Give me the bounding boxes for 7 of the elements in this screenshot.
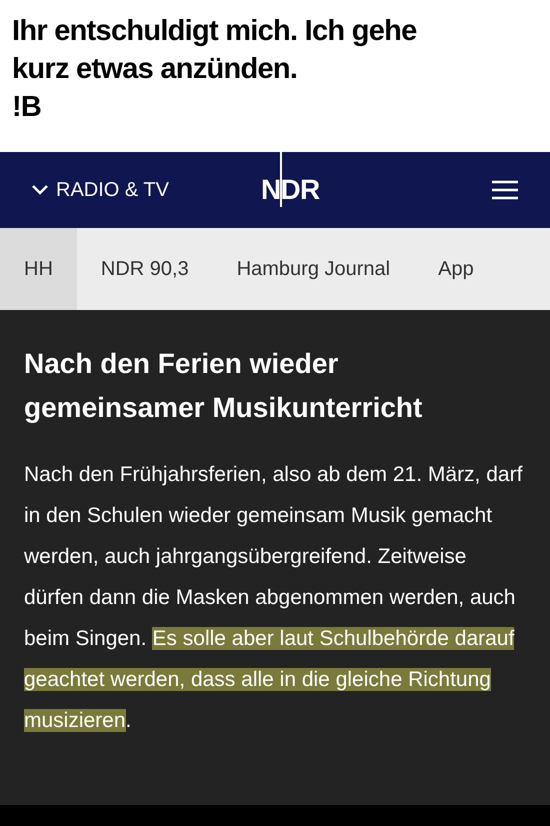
article-paragraph: Nach den Frühjahrsferien, also ab dem 21. März, darf in den Schulen wieder gemeinsam Musik gemacht werden, auch jahrgangsübergreifend. Zeitweise dürfen dann die Masken abgenommen werden, auch beim Singen. Es solle aber laut Schulbehörde darauf geachtet werden, dass alle in die gleiche Richtung musizieren. bbox=[24, 462, 524, 734]
nav-tab[interactable]: HH bbox=[0, 228, 77, 310]
headline: Nach den Ferien wieder gemeinsamer Musikunterricht bbox=[24, 347, 424, 425]
chevron-down-icon bbox=[32, 185, 48, 195]
menu-icon[interactable] bbox=[492, 180, 518, 200]
caption: Ihr entschuldigt mich. Ich gehe kurz etwas anzünden. !B bbox=[12, 14, 418, 125]
radio-tv-menu[interactable]: RADIO & TV bbox=[32, 175, 169, 205]
